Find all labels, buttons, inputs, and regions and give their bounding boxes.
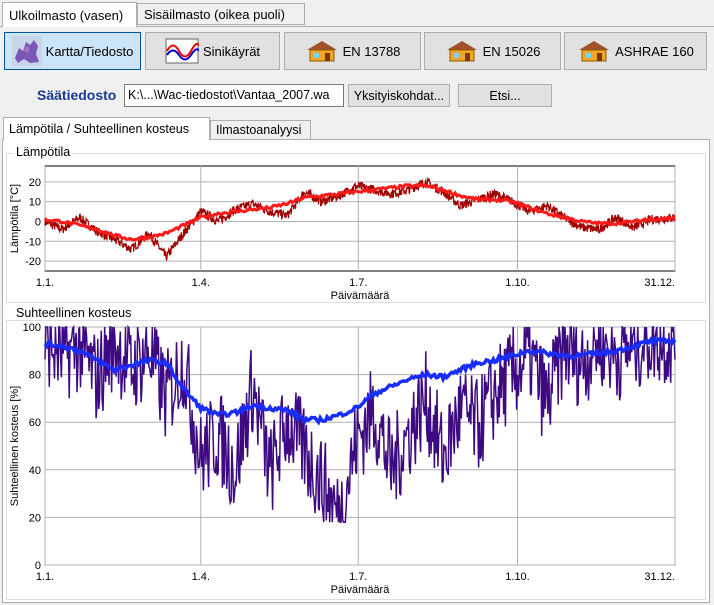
y-tick-label: 10: [29, 197, 41, 209]
y-tick-label: 60: [29, 417, 41, 429]
y-tick-label: -20: [25, 256, 41, 268]
y-axis-label: Lämpötila [°C]: [9, 184, 21, 253]
x-tick-label: 31.12.: [644, 277, 675, 289]
tab-outdoor-climate[interactable]: Ulkoilmasto (vasen): [2, 2, 137, 27]
x-tick-label: 1.7.: [349, 571, 367, 583]
y-axis-label: Suhteellinen kosteus [%]: [9, 386, 21, 506]
y-tick-label: 20: [29, 177, 41, 189]
tab-temperature-humidity[interactable]: Lämpötila / Suhteellinen kosteus: [3, 117, 210, 140]
x-tick-label: 1.10.: [505, 571, 529, 583]
x-tick-label: 1.1.: [36, 277, 54, 289]
y-tick-label: -10: [25, 236, 41, 248]
y-tick-label: 0: [35, 216, 41, 228]
y-tick-label: 20: [29, 512, 41, 524]
x-tick-label: 1.4.: [192, 277, 210, 289]
x-tick-label: 1.4.: [192, 571, 210, 583]
x-tick-label: 31.12.: [644, 571, 675, 583]
y-tick-label: 100: [23, 322, 41, 334]
x-tick-label: 1.7.: [349, 277, 367, 289]
tab-label: Lämpötila / Suhteellinen kosteus: [9, 122, 189, 136]
x-axis-label: Päivämäärä: [331, 584, 391, 596]
tab-label: Ulkoilmasto (vasen): [9, 7, 124, 23]
y-tick-label: 80: [29, 370, 41, 382]
x-axis-label: Päivämäärä: [331, 290, 391, 302]
x-tick-label: 1.1.: [36, 571, 54, 583]
y-tick-label: 40: [29, 465, 41, 477]
x-tick-label: 1.10.: [505, 277, 529, 289]
temperature-chart: -20 -10 0 10 20 1.1. 1.4. 1.7. 1.10. 31.12. Päiväm…: [9, 165, 677, 596]
